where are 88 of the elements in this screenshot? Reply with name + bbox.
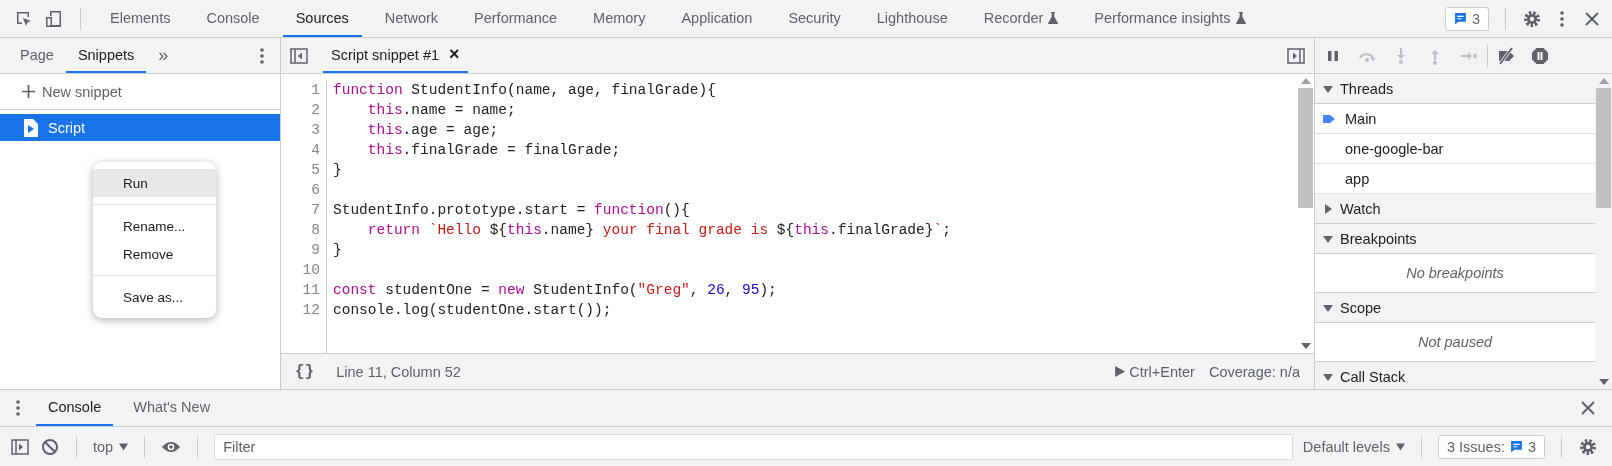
- context-dropdown[interactable]: top: [93, 438, 129, 455]
- sidebar-toggle-icon[interactable]: [1286, 45, 1306, 66]
- coverage-label: Coverage: n/a: [1208, 363, 1300, 380]
- menu-item[interactable]: Remove: [93, 240, 216, 268]
- file-tab[interactable]: Script snippet #1 ×: [323, 38, 468, 73]
- play-icon: [1114, 366, 1126, 377]
- panel-tab[interactable]: Elements: [97, 0, 184, 37]
- pause-on-exceptions-icon[interactable]: [1530, 45, 1550, 66]
- drawer-tab[interactable]: Console: [36, 390, 114, 426]
- caret-icon: [1395, 442, 1405, 451]
- expanded-triangle-icon: [1323, 371, 1333, 382]
- settings-icon[interactable]: [1522, 8, 1542, 29]
- more-tabs-button[interactable]: »: [146, 45, 181, 66]
- thread-item[interactable]: Main: [1345, 110, 1377, 127]
- section-header[interactable]: Watch: [1315, 194, 1595, 224]
- plus-icon: [22, 85, 35, 98]
- collapsed-triangle-icon: [1323, 203, 1333, 214]
- scroll-down-icon[interactable]: [1598, 379, 1609, 385]
- line-number: 4: [281, 140, 327, 160]
- expanded-triangle-icon: [1323, 83, 1333, 94]
- code-line: }: [333, 162, 342, 178]
- clear-icon[interactable]: [40, 436, 60, 457]
- thread-item[interactable]: app: [1345, 170, 1370, 187]
- section-header[interactable]: Scope: [1315, 293, 1595, 323]
- device-icon[interactable]: [44, 8, 64, 29]
- code-line: this.age = age;: [366, 122, 499, 138]
- filter-field[interactable]: Filter: [214, 433, 1293, 460]
- levels-dropdown[interactable]: Default levels: [1302, 438, 1405, 455]
- thread-item[interactable]: one-google-bar: [1345, 140, 1444, 157]
- menu-item[interactable]: Rename...: [93, 212, 216, 240]
- panel-tab[interactable]: Performance: [461, 0, 571, 37]
- line-number: 3: [281, 120, 327, 140]
- navigator-tab[interactable]: Snippets: [65, 38, 147, 73]
- code-line: }: [333, 242, 342, 258]
- snippet-item[interactable]: Script: [0, 114, 280, 141]
- section-header[interactable]: Threads: [1315, 74, 1595, 104]
- line-number: 6: [281, 180, 327, 200]
- sidebar-toggle-icon[interactable]: [289, 45, 309, 66]
- panel-tab[interactable]: Performance insights: [1081, 0, 1259, 37]
- scroll-up-icon[interactable]: [1300, 78, 1311, 84]
- scroll-down-icon[interactable]: [1300, 343, 1311, 349]
- message-icon: [1453, 12, 1467, 25]
- run-button[interactable]: Ctrl+Enter: [1114, 363, 1195, 380]
- line-number: 9: [281, 240, 327, 260]
- panel-tab[interactable]: Console: [193, 0, 273, 37]
- line-number: 5: [281, 160, 327, 180]
- panel-tab[interactable]: Security: [775, 0, 854, 37]
- panel-tab[interactable]: Application: [668, 0, 766, 37]
- line-number: 12: [281, 300, 327, 320]
- line-number: 7: [281, 200, 327, 220]
- close-tab-button[interactable]: ×: [449, 44, 460, 65]
- menu-item[interactable]: Run: [93, 169, 216, 197]
- pretty-print-button[interactable]: {}: [295, 362, 315, 381]
- expanded-triangle-icon: [1323, 233, 1333, 244]
- panel-tab[interactable]: Lighthouse: [863, 0, 961, 37]
- code-line: console.log(studentOne.start());: [333, 302, 612, 318]
- new-snippet-button[interactable]: New snippet: [0, 74, 280, 110]
- settings-icon[interactable]: [1578, 436, 1598, 457]
- code-line: return `Hello ${this.name} your final grade is ${this.finalGrade}`;: [366, 222, 951, 238]
- message-icon: [1509, 440, 1523, 453]
- code-line: const studentOne = new StudentInfo("Greg", 26, 95);: [333, 282, 777, 298]
- issues-badge[interactable]: 3: [1444, 6, 1489, 31]
- section-header[interactable]: Call Stack: [1315, 362, 1595, 389]
- sidebar-toggle-icon[interactable]: [10, 436, 30, 457]
- line-number: 1: [281, 80, 327, 100]
- drawer-tab[interactable]: What's New: [121, 390, 223, 426]
- expanded-triangle-icon: [1323, 302, 1333, 313]
- code-line: StudentInfo.prototype.start = function(){: [333, 202, 690, 218]
- cursor-position: Line 11, Column 52: [336, 363, 461, 380]
- issues-button[interactable]: 3 Issues: 3: [1437, 434, 1545, 459]
- line-number: 10: [281, 260, 327, 280]
- line-number: 8: [281, 220, 327, 240]
- section-header[interactable]: Breakpoints: [1315, 224, 1595, 254]
- line-number: 11: [281, 280, 327, 300]
- code-line: this.name = name;: [366, 102, 516, 118]
- navigator-tab[interactable]: Page: [8, 38, 66, 73]
- tab-title: Script snippet #1: [331, 46, 439, 63]
- line-number: 2: [281, 100, 327, 120]
- panel-tab[interactable]: Recorder: [970, 0, 1072, 37]
- file-icon: [24, 118, 38, 137]
- menu-item[interactable]: Save as...: [93, 283, 216, 311]
- caret-icon: [119, 442, 129, 451]
- scrollbar[interactable]: [1595, 74, 1612, 389]
- panel-tab[interactable]: Network: [371, 0, 452, 37]
- deactivate-breakpoints-icon[interactable]: [1496, 45, 1516, 66]
- code-line: function StudentInfo(name, age, finalGrade){: [333, 82, 716, 98]
- panel-tab[interactable]: Memory: [580, 0, 659, 37]
- code-line: this.finalGrade = finalGrade;: [366, 142, 621, 158]
